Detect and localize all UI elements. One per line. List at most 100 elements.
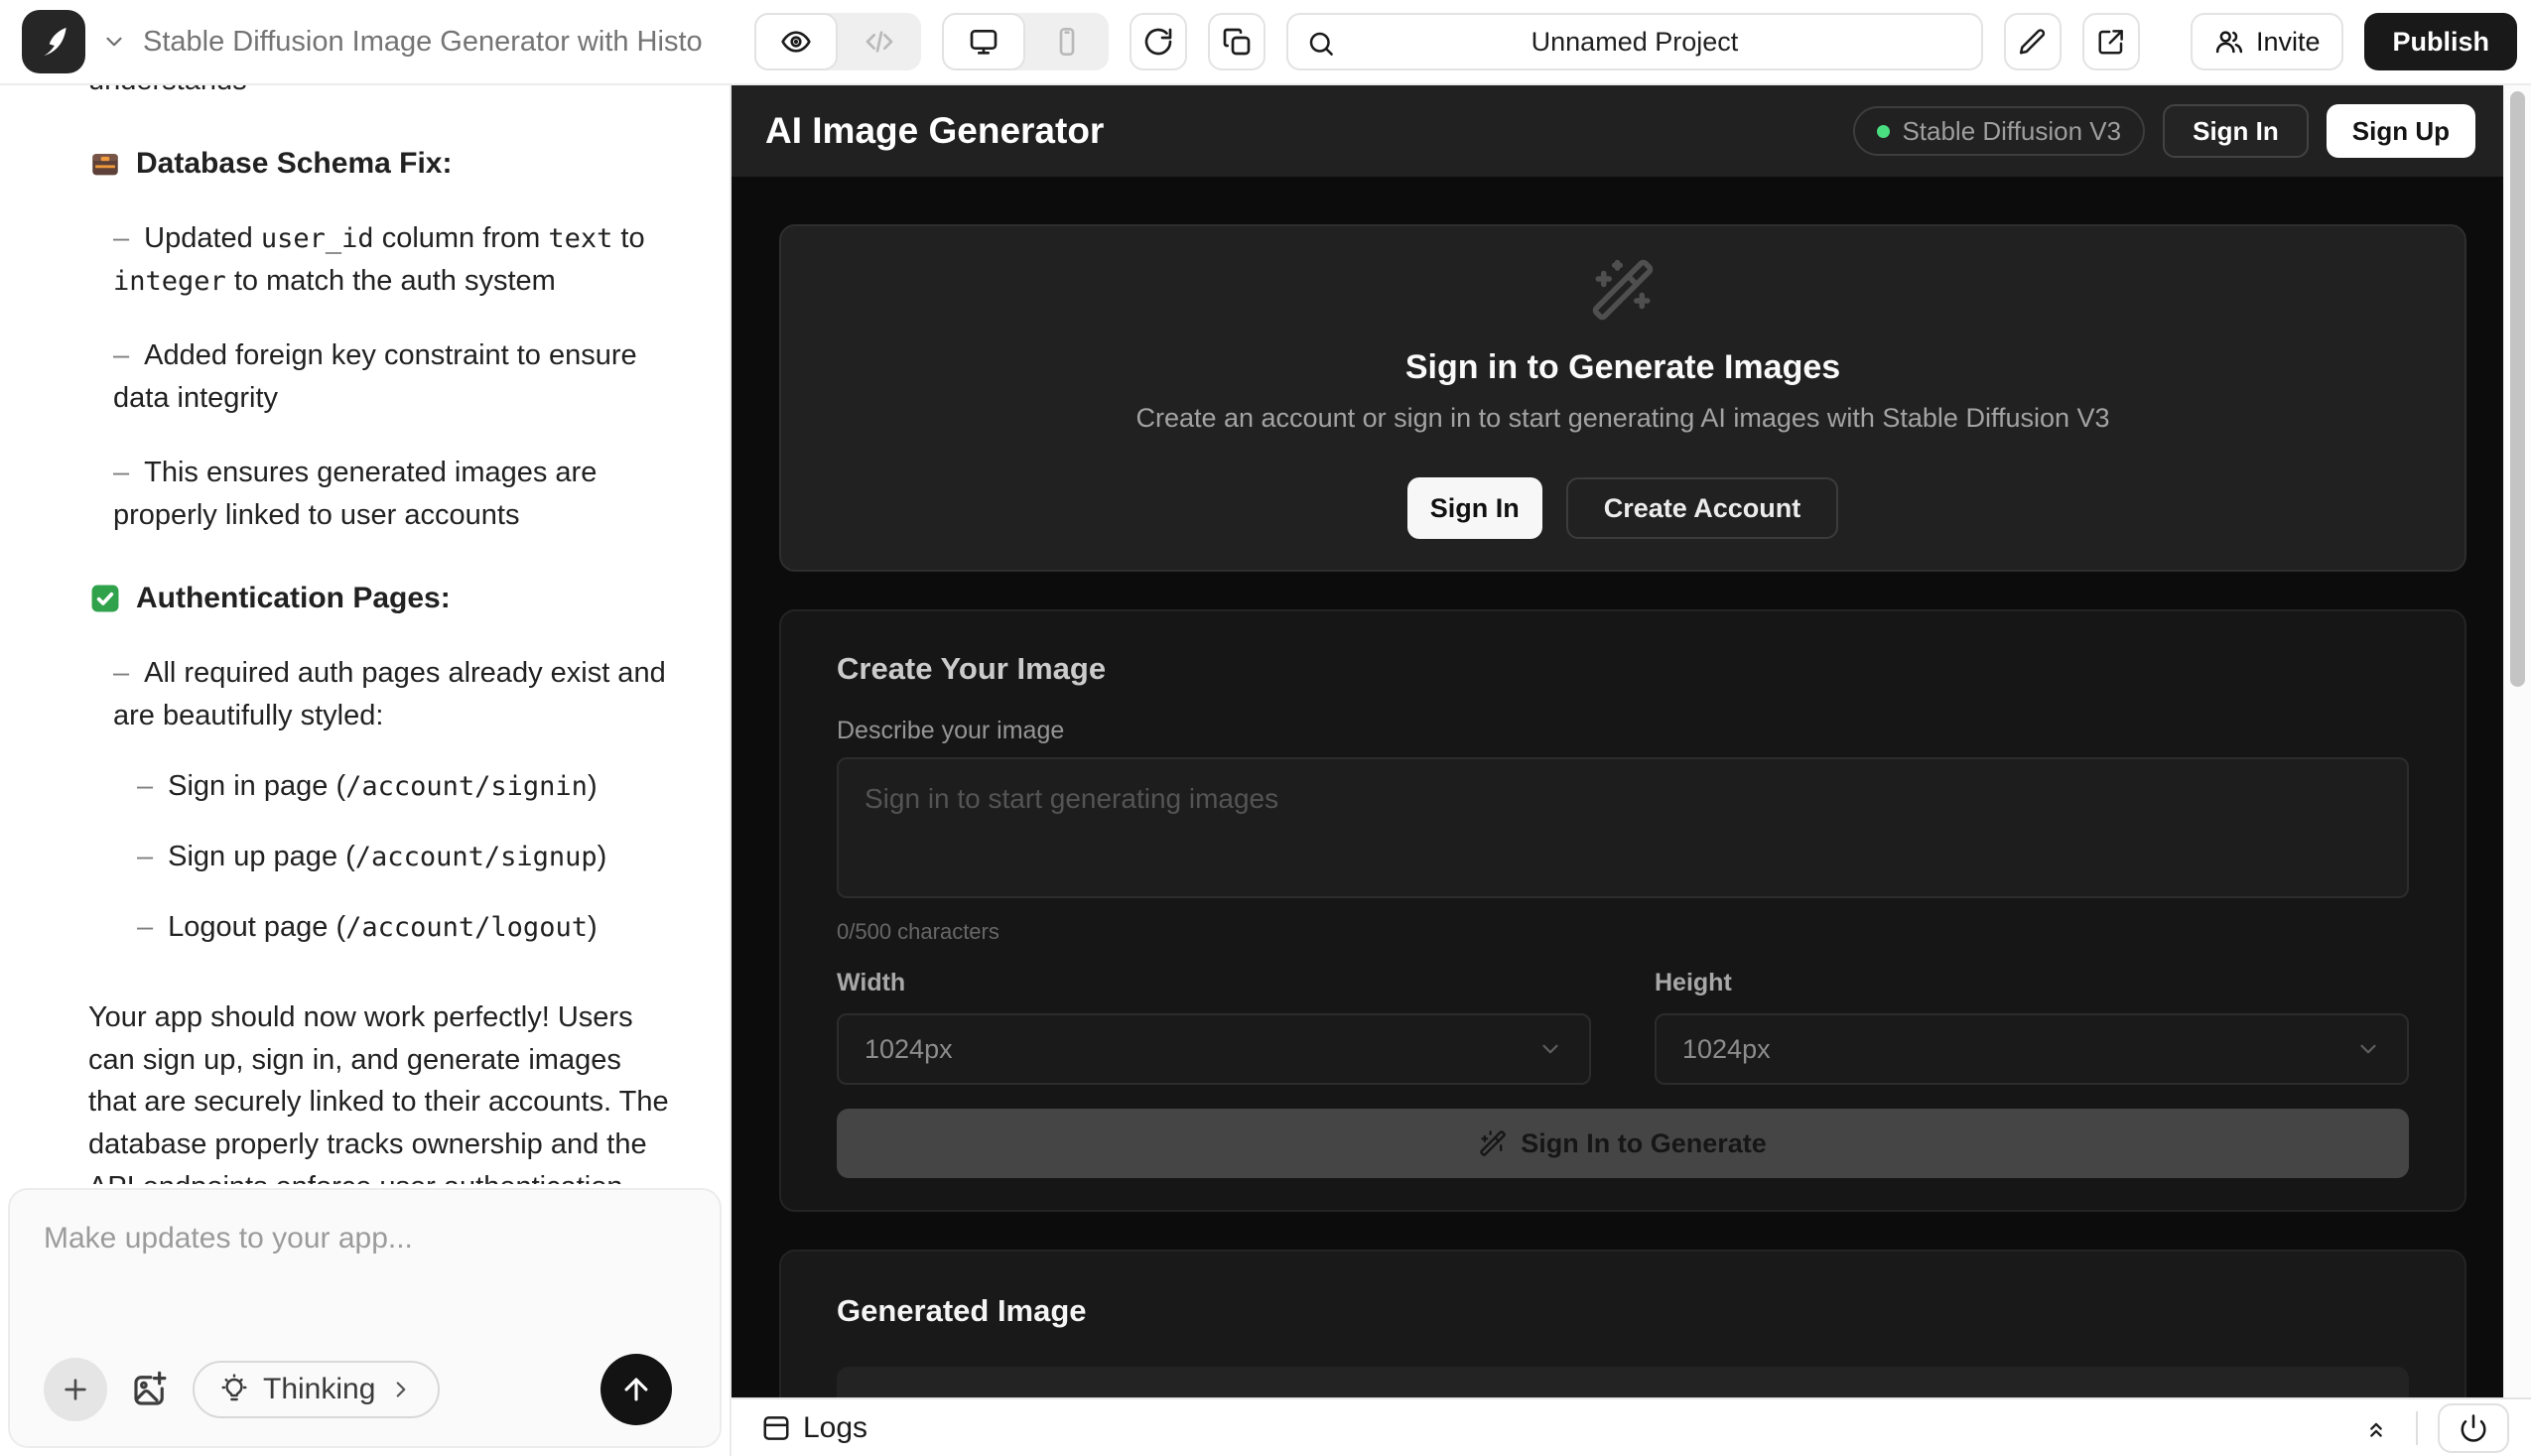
wand-sparkles-icon: [1479, 1129, 1507, 1157]
logs-toggle[interactable]: Logs: [761, 1411, 867, 1445]
send-button[interactable]: [600, 1354, 672, 1425]
chat-bullet: –All required auth pages already exist a…: [113, 652, 670, 737]
preview-app-header: AI Image Generator Stable Diffusion V3 S…: [732, 85, 2531, 177]
inline-code: integer: [113, 266, 226, 297]
preview-scrollbar-thumb[interactable]: [2510, 91, 2525, 687]
model-badge: Stable Diffusion V3: [1853, 106, 2145, 156]
check-mark-emoji: [88, 582, 122, 615]
chevron-right-icon: [388, 1377, 414, 1402]
copy-icon: [1221, 26, 1253, 58]
chat-bullet: –Added foreign key constraint to ensure …: [113, 334, 670, 420]
chat-panel: understands Database Schema Fix: –Update…: [0, 85, 732, 1456]
project-title: Stable Diffusion Image Generator with Hi…: [143, 26, 703, 59]
refresh-icon: [1142, 26, 1174, 58]
inline-code: user_id: [261, 223, 374, 254]
expand-logs-button[interactable]: [2356, 1414, 2396, 1442]
dimensions-row: Width 1024px Height 1024px: [837, 969, 2409, 1085]
logs-actions: [2356, 1403, 2509, 1453]
plus-icon: [60, 1374, 91, 1405]
chat-sub-bullet: –Logout page (/account/logout): [137, 906, 670, 949]
create-image-title: Create Your Image: [837, 651, 2409, 687]
preview-mode-button[interactable]: [754, 13, 838, 70]
width-label: Width: [837, 969, 1591, 997]
external-link-icon: [2096, 27, 2126, 57]
chat-clipped-text: understands: [88, 85, 670, 102]
view-mode-toggle: [754, 13, 921, 70]
height-select[interactable]: 1024px: [1655, 1013, 2409, 1085]
hero-create-account-button[interactable]: Create Account: [1566, 477, 1839, 539]
wand-sparkles-icon: [1590, 257, 1656, 323]
card-file-box-emoji: [88, 147, 122, 181]
power-button[interactable]: [2438, 1403, 2509, 1453]
power-icon: [2459, 1413, 2488, 1443]
project-menu-chevron[interactable]: [101, 29, 127, 55]
add-image-button[interactable]: [129, 1369, 171, 1410]
sign-in-prompt-card: Sign in to Generate Images Create an acc…: [779, 224, 2466, 572]
preview-app-title: AI Image Generator: [765, 110, 1104, 152]
logs-bar: Logs: [732, 1397, 2531, 1456]
logo-fin-icon: [34, 22, 73, 62]
lightbulb-icon: [218, 1374, 250, 1405]
add-attachment-button[interactable]: [44, 1358, 107, 1421]
open-in-new-tab-button[interactable]: [2082, 13, 2140, 70]
users-icon: [2214, 27, 2244, 57]
width-select[interactable]: 1024px: [837, 1013, 1591, 1085]
header-sign-up-button[interactable]: Sign Up: [2327, 104, 2475, 158]
height-value: 1024px: [1682, 1034, 1771, 1065]
thinking-mode-button[interactable]: Thinking: [193, 1361, 440, 1418]
app-logo[interactable]: [22, 10, 85, 73]
inline-code: text: [548, 223, 612, 254]
pencil-icon: [2018, 27, 2048, 57]
inline-code: /account/signin: [345, 771, 588, 802]
chat-history: understands Database Schema Fix: –Update…: [0, 85, 730, 1184]
device-toggle: [942, 13, 1109, 70]
generate-button[interactable]: Sign In to Generate: [837, 1109, 2409, 1178]
app-window: Stable Diffusion Image Generator with Hi…: [0, 0, 2531, 1456]
sign-in-prompt-title: Sign in to Generate Images: [1405, 348, 1840, 387]
generate-button-label: Sign In to Generate: [1521, 1128, 1767, 1159]
arrow-up-icon: [619, 1373, 653, 1406]
publish-button[interactable]: Publish: [2364, 13, 2517, 70]
copy-link-button[interactable]: [1208, 13, 1266, 70]
chat-input[interactable]: [44, 1222, 686, 1353]
chat-bullet: –Updated user_id column from text to int…: [113, 217, 670, 303]
generated-image-card: Generated Image: [779, 1250, 2466, 1397]
smartphone-icon: [1051, 26, 1083, 58]
mobile-view-button[interactable]: [1025, 13, 1109, 70]
inline-code: /account/logout: [345, 912, 588, 943]
header-sign-in-button[interactable]: Sign In: [2163, 104, 2309, 158]
search-icon: [1306, 29, 1336, 59]
generated-image-placeholder: [837, 1367, 2409, 1397]
rename-button[interactable]: [2004, 13, 2062, 70]
logs-label: Logs: [803, 1411, 867, 1445]
db-schema-heading: Database Schema Fix:: [88, 142, 670, 186]
preview-header-actions: Stable Diffusion V3 Sign In Sign Up: [1853, 104, 2475, 158]
composer: Thinking: [8, 1188, 722, 1448]
composer-toolbar: Thinking: [44, 1353, 686, 1426]
panel-top-icon: [761, 1413, 791, 1443]
height-field: Height 1024px: [1655, 969, 2409, 1085]
project-name-value: Unnamed Project: [1532, 27, 1739, 58]
width-value: 1024px: [865, 1034, 953, 1065]
app-preview-panel: AI Image Generator Stable Diffusion V3 S…: [732, 85, 2531, 1456]
prompt-input[interactable]: [837, 757, 2409, 898]
divider: [2416, 1411, 2418, 1445]
invite-button[interactable]: Invite: [2191, 13, 2344, 70]
chevron-down-icon: [101, 29, 127, 55]
sign-in-prompt-actions: Sign In Create Account: [1407, 477, 1839, 539]
create-image-card: Create Your Image Describe your image 0/…: [779, 609, 2466, 1212]
main-area: understands Database Schema Fix: –Update…: [0, 85, 2531, 1456]
top-bar: Stable Diffusion Image Generator with Hi…: [0, 0, 2531, 85]
chat-bullet: –This ensures generated images are prope…: [113, 452, 670, 537]
chevrons-up-icon: [2362, 1414, 2390, 1442]
monitor-icon: [968, 26, 999, 58]
desktop-view-button[interactable]: [942, 13, 1025, 70]
prompt-label: Describe your image: [837, 717, 2409, 745]
project-name-bar[interactable]: Unnamed Project: [1286, 13, 1983, 70]
code-mode-button[interactable]: [838, 13, 921, 70]
code-icon: [864, 26, 895, 58]
hero-sign-in-button[interactable]: Sign In: [1407, 477, 1542, 539]
invite-label: Invite: [2256, 27, 2321, 58]
refresh-button[interactable]: [1130, 13, 1187, 70]
height-label: Height: [1655, 969, 2409, 997]
